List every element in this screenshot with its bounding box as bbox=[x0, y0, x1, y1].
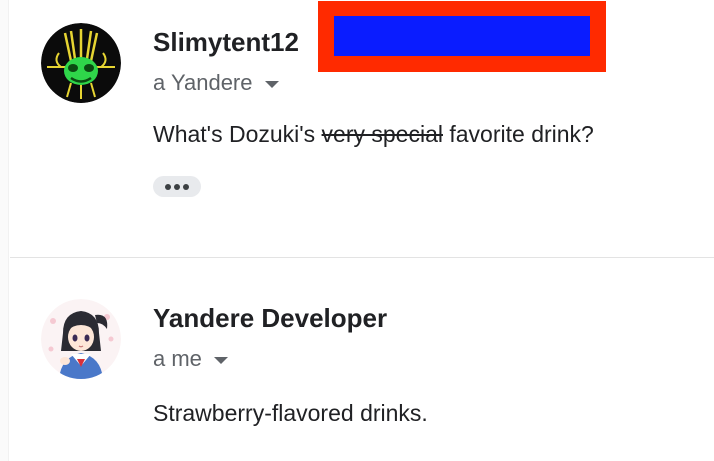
caret-down-icon[interactable] bbox=[213, 357, 228, 364]
ellipsis-dot-icon bbox=[174, 183, 180, 190]
recipient-details-toggle[interactable]: a me bbox=[153, 346, 228, 372]
ellipsis-dot-icon bbox=[165, 183, 171, 190]
message-item: Slimytent12 a Yandere What's Dozuki's ve… bbox=[0, 0, 714, 257]
message-body: What's Dozuki's very special favorite dr… bbox=[153, 121, 594, 148]
recipient-details-toggle[interactable]: a Yandere bbox=[153, 70, 279, 96]
green-creature-avatar-icon bbox=[41, 23, 121, 103]
recipient-label: a me bbox=[153, 346, 202, 371]
sender-name: Yandere Developer bbox=[153, 303, 388, 333]
message-body: Strawberry-flavored drinks. bbox=[153, 400, 428, 426]
body-strikethrough-text: very special bbox=[321, 121, 443, 147]
body-text-suffix: favorite drink? bbox=[442, 121, 594, 147]
redaction-box bbox=[318, 1, 606, 72]
redaction-fill bbox=[334, 16, 590, 56]
message-item: Yandere Developer a me Strawberry-flavor… bbox=[0, 258, 714, 461]
sender-name: Slimytent12 bbox=[153, 27, 299, 57]
anime-schoolgirl-avatar-icon bbox=[41, 299, 121, 379]
caret-down-icon[interactable] bbox=[264, 81, 279, 88]
sender-avatar[interactable] bbox=[41, 23, 121, 103]
ellipsis-dot-icon bbox=[183, 183, 189, 190]
recipient-label: a Yandere bbox=[153, 70, 253, 95]
show-trimmed-content-button[interactable] bbox=[153, 176, 201, 197]
sender-avatar[interactable] bbox=[41, 299, 121, 379]
body-text-prefix: What's Dozuki's bbox=[153, 121, 322, 147]
